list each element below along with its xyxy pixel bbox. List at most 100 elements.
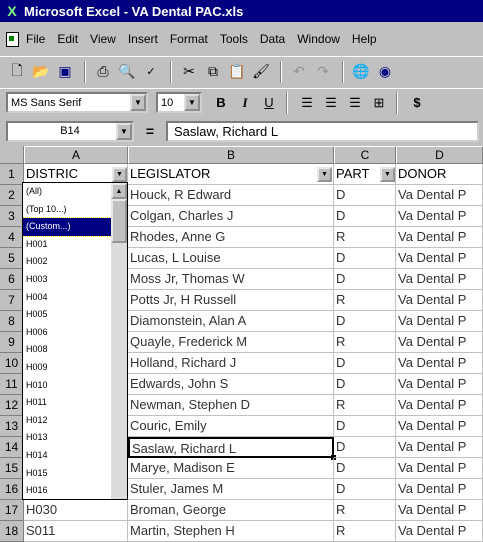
underline-button[interactable]: U: [258, 92, 280, 114]
table-cell[interactable]: Va Dental P: [396, 290, 483, 311]
table-cell[interactable]: Va Dental P: [396, 248, 483, 269]
merge-center-icon[interactable]: ⊞: [368, 92, 390, 114]
filter-dropdown-button[interactable]: ▼: [317, 167, 332, 182]
menu-view[interactable]: View: [90, 32, 116, 46]
menu-help[interactable]: Help: [352, 32, 377, 46]
table-cell[interactable]: Diamonstein, Alan A: [128, 311, 334, 332]
header-cell-donor[interactable]: DONOR: [396, 164, 483, 185]
autofilter-option[interactable]: H006: [23, 324, 111, 342]
autofilter-option[interactable]: H005: [23, 306, 111, 324]
table-cell[interactable]: Martin, Stephen H: [128, 521, 334, 542]
autofilter-option[interactable]: H001: [23, 236, 111, 254]
header-cell-legislator[interactable]: LEGISLATOR: [128, 164, 334, 185]
table-cell[interactable]: Va Dental P: [396, 185, 483, 206]
table-cell[interactable]: D: [334, 353, 396, 374]
autofilter-option[interactable]: H004: [23, 289, 111, 307]
table-cell[interactable]: D: [334, 416, 396, 437]
name-box[interactable]: B14 ▼: [6, 120, 134, 142]
table-cell[interactable]: R: [334, 227, 396, 248]
autofilter-option[interactable]: (All): [23, 183, 111, 201]
table-cell[interactable]: D: [334, 437, 396, 458]
autofilter-option[interactable]: H010: [23, 377, 111, 395]
row-header[interactable]: 2: [0, 185, 24, 206]
table-cell[interactable]: Va Dental P: [396, 479, 483, 500]
table-cell[interactable]: Stuler, James M: [128, 479, 334, 500]
table-cell[interactable]: Marye, Madison E: [128, 458, 334, 479]
autofilter-option[interactable]: (Custom...): [23, 217, 112, 237]
row-header[interactable]: 9: [0, 332, 24, 353]
table-cell[interactable]: Va Dental P: [396, 269, 483, 290]
menu-format[interactable]: Format: [170, 32, 208, 46]
table-cell[interactable]: Broman, George: [128, 500, 334, 521]
table-cell[interactable]: D: [334, 374, 396, 395]
row-header[interactable]: 17: [0, 500, 24, 521]
row-header[interactable]: 7: [0, 290, 24, 311]
menu-tools[interactable]: Tools: [220, 32, 248, 46]
spelling-icon[interactable]: ✓: [140, 61, 162, 83]
select-all-corner[interactable]: [0, 146, 24, 164]
table-cell[interactable]: Holland, Richard J: [128, 353, 334, 374]
print-preview-icon[interactable]: 🔍: [116, 61, 138, 83]
table-cell[interactable]: Edwards, John S: [128, 374, 334, 395]
autofilter-option[interactable]: H013: [23, 429, 111, 447]
table-cell[interactable]: Va Dental P: [396, 332, 483, 353]
copy-icon[interactable]: ⧉: [202, 61, 224, 83]
row-header[interactable]: 1: [0, 164, 24, 185]
table-cell[interactable]: D: [334, 311, 396, 332]
web-toolbar-icon[interactable]: ◉: [374, 61, 396, 83]
bold-button[interactable]: B: [210, 92, 232, 114]
row-header[interactable]: 6: [0, 269, 24, 290]
table-cell[interactable]: R: [334, 521, 396, 542]
table-cell[interactable]: Houck, R Edward: [128, 185, 334, 206]
italic-button[interactable]: I: [234, 92, 256, 114]
table-cell[interactable]: D: [334, 479, 396, 500]
table-cell[interactable]: Rhodes, Anne G: [128, 227, 334, 248]
autofilter-option[interactable]: (Top 10...): [23, 201, 111, 219]
font-size-select[interactable]: 10 ▼: [156, 92, 202, 113]
cut-icon[interactable]: ✂: [178, 61, 200, 83]
table-cell[interactable]: Lucas, L Louise: [128, 248, 334, 269]
document-icon[interactable]: [4, 31, 20, 47]
table-cell[interactable]: R: [334, 500, 396, 521]
formula-input[interactable]: Saslaw, Richard L: [166, 120, 479, 142]
menu-file[interactable]: File: [26, 32, 45, 46]
table-cell[interactable]: D: [334, 206, 396, 227]
scroll-up-icon[interactable]: ▲: [111, 183, 127, 199]
menu-data[interactable]: Data: [260, 32, 285, 46]
scroll-thumb[interactable]: [111, 199, 127, 243]
table-cell[interactable]: D: [334, 269, 396, 290]
row-header[interactable]: 5: [0, 248, 24, 269]
table-cell[interactable]: Va Dental P: [396, 206, 483, 227]
autofilter-option[interactable]: H015: [23, 465, 111, 483]
row-header[interactable]: 4: [0, 227, 24, 248]
table-cell[interactable]: D: [334, 248, 396, 269]
menu-window[interactable]: Window: [297, 32, 340, 46]
paste-icon[interactable]: 📋: [226, 61, 248, 83]
autofilter-option[interactable]: H008: [23, 341, 111, 359]
row-header[interactable]: 12: [0, 395, 24, 416]
autofilter-option[interactable]: H003: [23, 271, 111, 289]
chevron-down-icon[interactable]: ▼: [116, 122, 132, 140]
table-cell[interactable]: Va Dental P: [396, 500, 483, 521]
table-cell[interactable]: Potts Jr, H Russell: [128, 290, 334, 311]
table-cell[interactable]: Couric, Emily: [128, 416, 334, 437]
table-cell[interactable]: R: [334, 290, 396, 311]
format-painter-icon[interactable]: 🖌: [250, 61, 272, 83]
column-header-c[interactable]: C: [334, 146, 396, 164]
table-cell[interactable]: S011: [24, 521, 128, 542]
filter-dropdown-button[interactable]: ▼: [380, 167, 395, 182]
table-cell[interactable]: Quayle, Frederick M: [128, 332, 334, 353]
table-cell[interactable]: D: [334, 458, 396, 479]
hyperlink-icon[interactable]: 🌐: [350, 61, 372, 83]
formula-equals-button[interactable]: =: [134, 123, 166, 139]
row-header[interactable]: 15: [0, 458, 24, 479]
table-cell[interactable]: Va Dental P: [396, 311, 483, 332]
chevron-down-icon[interactable]: ▼: [184, 94, 200, 111]
row-header[interactable]: 3: [0, 206, 24, 227]
undo-icon[interactable]: ↶: [288, 61, 310, 83]
table-cell[interactable]: Va Dental P: [396, 353, 483, 374]
table-cell[interactable]: R: [334, 395, 396, 416]
table-cell[interactable]: Va Dental P: [396, 521, 483, 542]
table-cell[interactable]: Newman, Stephen D: [128, 395, 334, 416]
column-header-d[interactable]: D: [396, 146, 483, 164]
